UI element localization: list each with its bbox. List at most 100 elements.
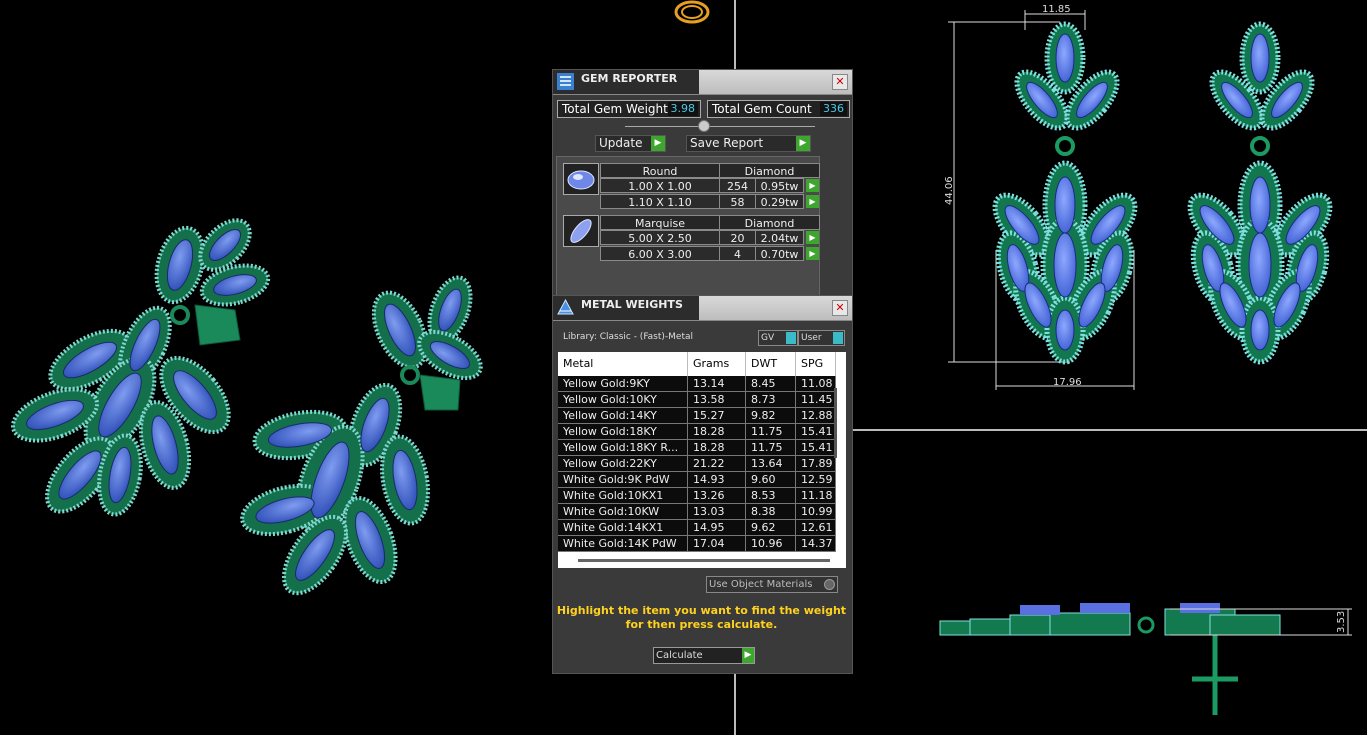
gem-size[interactable]: 5.00 X 2.50 [600, 230, 720, 245]
gem-count: 20 [719, 230, 756, 245]
metal-weights-table: Metal Grams DWT SPG Yellow Gold:9KY 13.14… [558, 352, 846, 568]
total-gem-weight-value: 3.98 [667, 102, 698, 116]
gem-shape-round: Round [600, 163, 720, 178]
gem-row-go-button[interactable]: ▶ [806, 195, 819, 208]
metal-name-cell: White Gold:14KX1 [558, 520, 688, 536]
metal-name-cell: Yellow Gold:14KY [558, 408, 688, 424]
metal-name-cell: White Gold:9K PdW [558, 472, 688, 488]
gem-size[interactable]: 6.00 X 3.00 [600, 246, 720, 261]
grams-cell: 15.27 [688, 408, 746, 424]
dim-height: 44.06 [944, 176, 955, 205]
column-header-dwt[interactable]: DWT [746, 352, 796, 376]
metal-name-cell: Yellow Gold:9KY [558, 376, 688, 392]
spg-cell: 17.89 [796, 456, 836, 472]
table-row[interactable]: Yellow Gold:9KY 13.14 8.45 11.08 [558, 376, 836, 392]
dwt-cell: 8.53 [746, 488, 796, 504]
table-row[interactable]: White Gold:10KX1 13.26 8.53 11.18 [558, 488, 836, 504]
gem-count: 254 [719, 178, 756, 193]
side-view-earring-render[interactable]: 3.53 [930, 595, 1360, 725]
total-gem-weight-label: Total Gem Weight [562, 102, 668, 116]
gv-toggle-label: GV [761, 333, 775, 343]
dim-top-width: 11.85 [1042, 4, 1071, 15]
gem-size[interactable]: 1.00 X 1.00 [600, 178, 720, 193]
ring-preview [674, 0, 710, 24]
metal-weights-titlebar[interactable]: METAL WEIGHTS ✕ [553, 296, 852, 321]
metal-weights-panel: METAL WEIGHTS ✕ Library: Classic - (Fast… [552, 295, 853, 674]
table-row[interactable]: White Gold:14KX1 14.95 9.62 12.61 [558, 520, 836, 536]
column-header-metal[interactable]: Metal [558, 352, 688, 376]
spg-cell: 11.18 [796, 488, 836, 504]
gem-reporter-close-button[interactable]: ✕ [832, 74, 848, 90]
table-row[interactable]: Yellow Gold:14KY 15.27 9.82 12.88 [558, 408, 836, 424]
gem-reporter-icon [557, 73, 574, 90]
calculate-button[interactable]: Calculate ▶ [653, 647, 755, 664]
gv-toggle[interactable]: GV [758, 330, 798, 346]
dwt-cell: 9.62 [746, 520, 796, 536]
metal-name-cell: Yellow Gold:18KY R... [558, 440, 688, 456]
gem-reporter-panel: GEM REPORTER ✕ Total Gem Weight 3.98 Tot… [552, 69, 853, 299]
update-button[interactable]: Update ▶ [595, 135, 666, 152]
table-header: Metal Grams DWT SPG [558, 352, 846, 376]
spg-cell: 11.08 [796, 376, 836, 392]
dim-bottom-width: 17.96 [1053, 377, 1082, 388]
update-button-label: Update [599, 136, 643, 150]
grams-cell: 18.28 [688, 440, 746, 456]
table-row[interactable]: White Gold:14K PdW 17.04 10.96 14.37 [558, 536, 836, 552]
dwt-cell: 9.60 [746, 472, 796, 488]
grams-cell: 14.93 [688, 472, 746, 488]
dwt-cell: 13.64 [746, 456, 796, 472]
table-row[interactable]: Yellow Gold:18KY R... 18.28 11.75 15.41 [558, 440, 836, 456]
grams-cell: 21.22 [688, 456, 746, 472]
marquise-gem-thumbnail[interactable] [563, 215, 599, 247]
metal-weights-close-button[interactable]: ✕ [832, 300, 848, 316]
save-report-button-label: Save Report [690, 136, 764, 150]
gem-weight: 0.95tw [755, 178, 804, 193]
update-go-icon: ▶ [651, 136, 665, 151]
spg-cell: 15.41 [796, 440, 836, 456]
use-object-materials-label: Use Object Materials [709, 579, 813, 590]
front-view-earring-render[interactable]: 11.85 44.06 17.96 [930, 0, 1360, 400]
gem-count: 58 [719, 194, 756, 209]
gem-list: Round Diamond 1.00 X 1.00 254 0.95tw ▶ 1… [556, 156, 820, 298]
perspective-earring-render[interactable] [0, 210, 520, 610]
grams-cell: 18.28 [688, 424, 746, 440]
viewport-divider-vertical [734, 0, 736, 70]
spg-cell: 12.59 [796, 472, 836, 488]
table-row[interactable]: Yellow Gold:22KY 21.22 13.64 17.89 [558, 456, 836, 472]
grams-cell: 13.26 [688, 488, 746, 504]
total-gem-count-label: Total Gem Count [712, 102, 812, 116]
dwt-cell: 9.82 [746, 408, 796, 424]
column-header-grams[interactable]: Grams [688, 352, 746, 376]
hint-line-2: for then press calculate. [625, 618, 778, 631]
dim-side-depth: 3.53 [1336, 611, 1347, 633]
metal-name-cell: Yellow Gold:18KY [558, 424, 688, 440]
gem-size[interactable]: 1.10 X 1.10 [600, 194, 720, 209]
user-toggle[interactable]: User [798, 330, 845, 346]
dwt-cell: 11.75 [746, 424, 796, 440]
gem-material-round: Diamond [719, 163, 820, 178]
column-header-spg[interactable]: SPG [796, 352, 836, 376]
table-row[interactable]: White Gold:10KW 13.03 8.38 10.99 [558, 504, 836, 520]
gem-weight: 2.04tw [755, 230, 804, 245]
slider-handle[interactable] [698, 120, 710, 132]
gem-row-go-button[interactable]: ▶ [806, 179, 819, 192]
grams-cell: 13.58 [688, 392, 746, 408]
table-horizontal-scrollbar[interactable] [578, 559, 830, 562]
round-gem-thumbnail[interactable] [563, 163, 599, 195]
table-row[interactable]: White Gold:9K PdW 14.93 9.60 12.59 [558, 472, 836, 488]
table-vertical-scrollbar[interactable] [834, 388, 837, 458]
metal-name-cell: White Gold:10KX1 [558, 488, 688, 504]
metal-weights-icon [557, 299, 574, 315]
gem-weight: 0.70tw [755, 246, 804, 261]
gem-reporter-titlebar[interactable]: GEM REPORTER ✕ [553, 70, 852, 95]
gem-row-go-button[interactable]: ▶ [806, 247, 819, 260]
spg-cell: 12.88 [796, 408, 836, 424]
gem-row-go-button[interactable]: ▶ [806, 231, 819, 244]
table-row[interactable]: Yellow Gold:18KY 18.28 11.75 15.41 [558, 424, 836, 440]
use-object-materials-toggle[interactable]: Use Object Materials [706, 576, 838, 593]
dwt-cell: 8.45 [746, 376, 796, 392]
table-row[interactable]: Yellow Gold:10KY 13.58 8.73 11.45 [558, 392, 836, 408]
calculate-button-label: Calculate [656, 650, 703, 661]
round-diamond-icon [567, 170, 595, 190]
save-report-button[interactable]: Save Report ▶ [686, 135, 811, 152]
